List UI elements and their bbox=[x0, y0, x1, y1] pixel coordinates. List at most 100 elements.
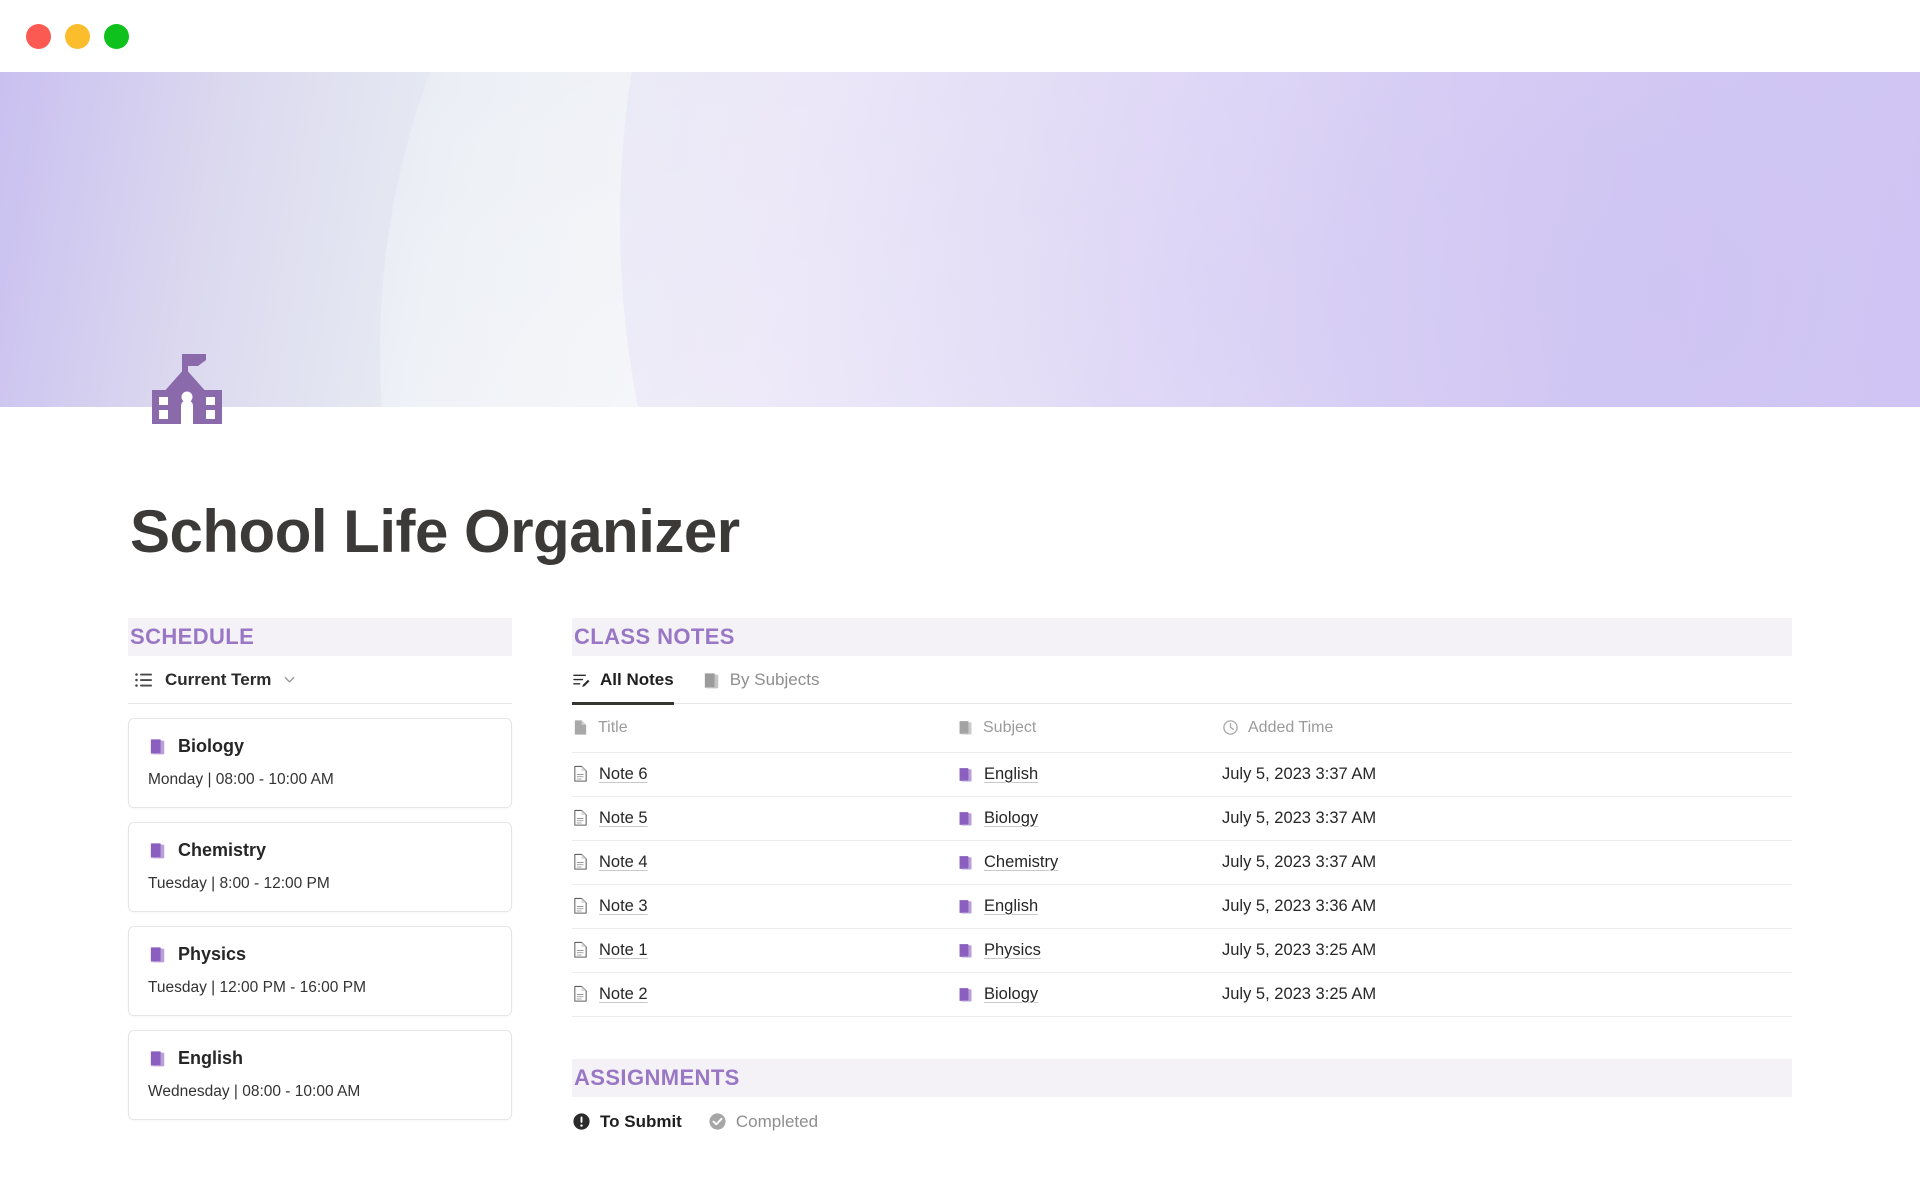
tab-completed-label: Completed bbox=[735, 1111, 819, 1131]
cell-title[interactable]: Note 1 bbox=[572, 928, 957, 973]
edit-list-icon bbox=[572, 671, 591, 690]
schedule-card-time: Tuesday | 8:00 - 12:00 PM bbox=[148, 875, 330, 892]
table-row[interactable]: Note 4 Chemistry July 5, 2023 3:37 AM bbox=[572, 840, 1792, 885]
school-building-icon[interactable] bbox=[148, 350, 226, 428]
maximize-window-button[interactable] bbox=[104, 23, 129, 49]
book-icon bbox=[702, 671, 721, 690]
note-subject-link[interactable]: Biology bbox=[984, 985, 1038, 1004]
close-window-button[interactable] bbox=[26, 23, 51, 49]
tab-all-notes[interactable]: All Notes bbox=[572, 657, 674, 705]
tab-all-notes-label: All Notes bbox=[600, 670, 674, 689]
page-title: School Life Organizer bbox=[130, 498, 740, 565]
cell-subject[interactable]: English bbox=[957, 752, 1222, 797]
cell-added-time: July 5, 2023 3:25 AM bbox=[1222, 928, 1792, 973]
note-subject-link[interactable]: Physics bbox=[984, 941, 1041, 960]
assignments-heading: ASSIGNMENTS bbox=[574, 1064, 740, 1090]
book-icon bbox=[148, 841, 167, 860]
page-icon bbox=[572, 719, 589, 736]
minimize-window-button[interactable] bbox=[65, 23, 90, 49]
schedule-view-selector[interactable]: Current Term bbox=[128, 656, 512, 704]
note-title-link[interactable]: Note 5 bbox=[599, 809, 648, 828]
cell-subject[interactable]: Chemistry bbox=[957, 840, 1222, 885]
class-notes-table: Title Subject Added Time Note 6 English … bbox=[572, 704, 1792, 1017]
schedule-card[interactable]: Chemistry Tuesday | 8:00 - 12:00 PM bbox=[128, 822, 512, 912]
page-icon bbox=[572, 853, 589, 871]
page-icon bbox=[572, 897, 589, 915]
schedule-card-title-row: Biology bbox=[148, 736, 492, 757]
column-header-added-time[interactable]: Added Time bbox=[1222, 704, 1792, 753]
table-row[interactable]: Note 3 English July 5, 2023 3:36 AM bbox=[572, 884, 1792, 929]
assignments-tabs: To Submit Completed bbox=[572, 1100, 1792, 1144]
schedule-card-subject: Biology bbox=[178, 736, 244, 756]
cell-added-time: July 5, 2023 3:37 AM bbox=[1222, 752, 1792, 797]
cell-added-time: July 5, 2023 3:25 AM bbox=[1222, 972, 1792, 1017]
book-icon bbox=[957, 986, 974, 1003]
cell-subject[interactable]: English bbox=[957, 884, 1222, 929]
window-controls bbox=[26, 23, 129, 49]
check-circle-icon bbox=[708, 1112, 727, 1131]
note-title-link[interactable]: Note 4 bbox=[599, 853, 648, 872]
cell-subject[interactable]: Physics bbox=[957, 928, 1222, 973]
table-row[interactable]: Note 2 Biology July 5, 2023 3:25 AM bbox=[572, 972, 1792, 1017]
class-notes-heading: CLASS NOTES bbox=[574, 624, 735, 649]
note-title-link[interactable]: Note 1 bbox=[599, 941, 648, 960]
chevron-down-icon[interactable] bbox=[282, 672, 297, 687]
page-cover-banner bbox=[0, 72, 1920, 407]
clock-icon bbox=[1222, 719, 1239, 736]
note-subject-link[interactable]: Chemistry bbox=[984, 853, 1058, 872]
book-icon bbox=[957, 854, 974, 871]
tab-to-submit[interactable]: To Submit bbox=[572, 1112, 682, 1132]
schedule-card[interactable]: English Wednesday | 08:00 - 10:00 AM bbox=[128, 1030, 512, 1120]
book-icon bbox=[148, 1049, 167, 1068]
table-row[interactable]: Note 6 English July 5, 2023 3:37 AM bbox=[572, 752, 1792, 797]
column-header-subject[interactable]: Subject bbox=[957, 704, 1222, 753]
cell-added-time: July 5, 2023 3:36 AM bbox=[1222, 884, 1792, 929]
column-header-title-label: Title bbox=[598, 718, 628, 736]
column-header-subject-label: Subject bbox=[983, 718, 1037, 736]
schedule-card[interactable]: Physics Tuesday | 12:00 PM - 16:00 PM bbox=[128, 926, 512, 1016]
note-subject-link[interactable]: English bbox=[984, 897, 1038, 916]
page-icon bbox=[572, 765, 589, 783]
schedule-card-time: Monday | 08:00 - 10:00 AM bbox=[148, 771, 334, 788]
cell-title[interactable]: Note 3 bbox=[572, 884, 957, 929]
table-row[interactable]: Note 5 Biology July 5, 2023 3:37 AM bbox=[572, 796, 1792, 841]
table-header-row: Title Subject Added Time bbox=[572, 704, 1792, 753]
book-icon bbox=[957, 942, 974, 959]
banner-arc-decoration bbox=[1220, 72, 1920, 407]
page-icon bbox=[572, 985, 589, 1003]
schedule-card-title-row: Chemistry bbox=[148, 840, 492, 861]
schedule-card[interactable]: Biology Monday | 08:00 - 10:00 AM bbox=[128, 718, 512, 808]
table-row[interactable]: Note 1 Physics July 5, 2023 3:25 AM bbox=[572, 928, 1792, 973]
cell-title[interactable]: Note 2 bbox=[572, 972, 957, 1017]
note-subject-link[interactable]: Biology bbox=[984, 809, 1038, 828]
cell-added-time: July 5, 2023 3:37 AM bbox=[1222, 796, 1792, 841]
schedule-heading: SCHEDULE bbox=[130, 624, 255, 649]
cell-subject[interactable]: Biology bbox=[957, 796, 1222, 841]
schedule-card-time: Wednesday | 08:00 - 10:00 AM bbox=[148, 1083, 361, 1100]
cell-subject[interactable]: Biology bbox=[957, 972, 1222, 1017]
tab-by-subjects[interactable]: By Subjects bbox=[702, 657, 819, 704]
cell-title[interactable]: Note 6 bbox=[572, 752, 957, 797]
schedule-section-header: SCHEDULE bbox=[128, 618, 512, 656]
exclamation-circle-icon bbox=[572, 1112, 591, 1131]
note-subject-link[interactable]: English bbox=[984, 765, 1038, 784]
book-icon bbox=[957, 810, 974, 827]
tab-completed[interactable]: Completed bbox=[708, 1112, 818, 1132]
cell-title[interactable]: Note 4 bbox=[572, 840, 957, 885]
note-title-link[interactable]: Note 6 bbox=[599, 765, 648, 784]
page-icon bbox=[572, 941, 589, 959]
schedule-card-subject: Chemistry bbox=[178, 840, 267, 860]
column-header-title[interactable]: Title bbox=[572, 704, 957, 753]
assignments-section: ASSIGNMENTS To Submit Completed bbox=[572, 1058, 1792, 1144]
class-notes-tabs: All Notes By Subjects bbox=[572, 657, 1792, 705]
schedule-card-subject: Physics bbox=[178, 944, 247, 964]
tab-to-submit-label: To Submit bbox=[600, 1111, 682, 1131]
book-icon bbox=[148, 945, 167, 964]
cell-title[interactable]: Note 5 bbox=[572, 796, 957, 841]
column-header-added-time-label: Added Time bbox=[1248, 718, 1334, 736]
note-title-link[interactable]: Note 3 bbox=[599, 897, 648, 916]
window-title-bar bbox=[0, 0, 1920, 72]
class-notes-section: CLASS NOTES All Notes By Subjects Title … bbox=[572, 618, 1792, 1144]
note-title-link[interactable]: Note 2 bbox=[599, 985, 648, 1004]
assignments-section-header: ASSIGNMENTS bbox=[572, 1058, 1792, 1097]
